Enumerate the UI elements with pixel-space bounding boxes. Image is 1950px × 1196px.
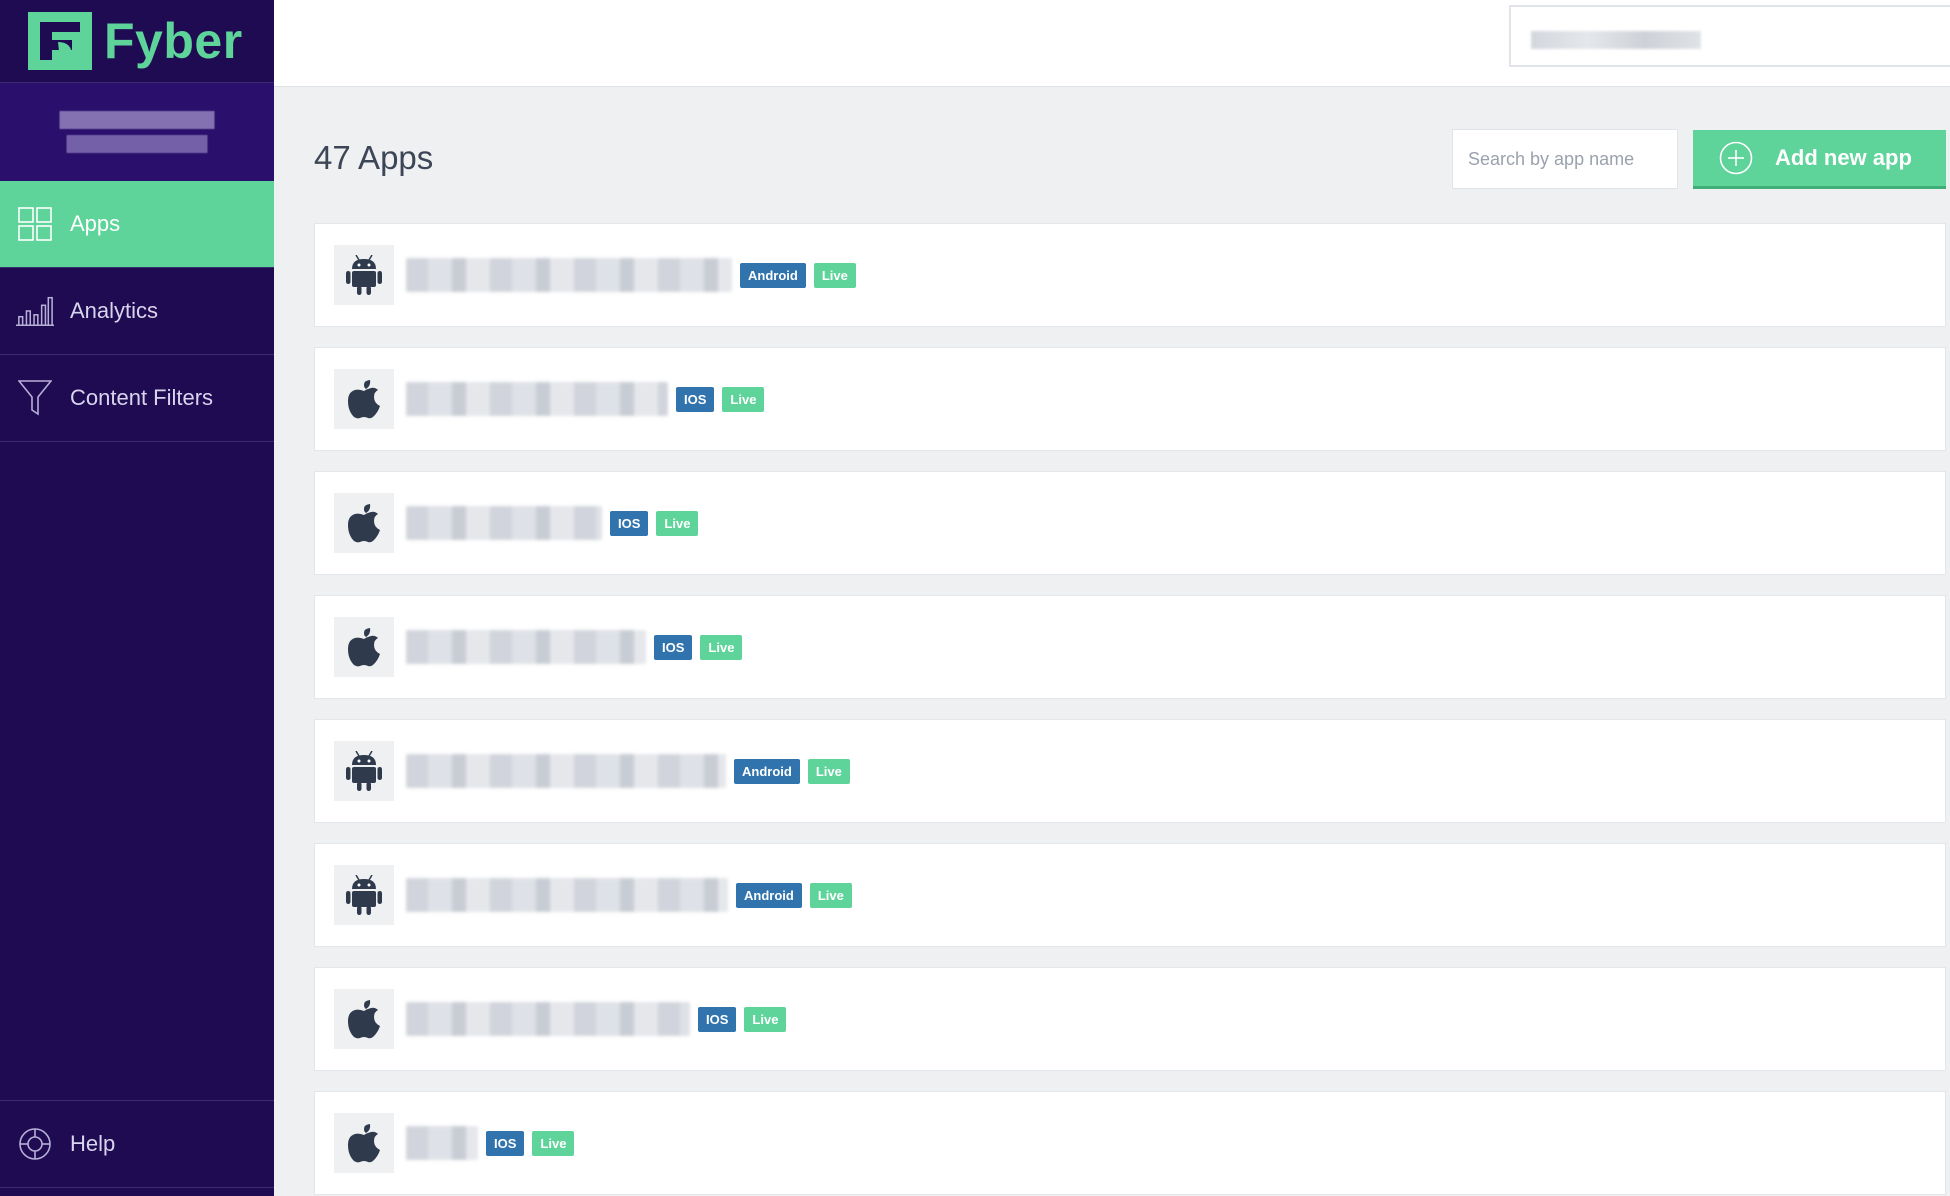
- sidebar-item-help[interactable]: Help: [0, 1100, 274, 1188]
- platform-badge: Android: [740, 262, 806, 288]
- plus-circle-icon: [1719, 141, 1753, 175]
- status-badge: Live: [809, 882, 852, 908]
- platform-badge: IOS: [654, 634, 693, 660]
- apple-icon: [334, 989, 394, 1049]
- account-switcher[interactable]: [0, 83, 274, 181]
- add-new-app-label: Add new app: [1775, 145, 1912, 170]
- app-name-redacted: [406, 754, 726, 788]
- status-badge: Live: [722, 386, 765, 412]
- app-name-redacted: [406, 1002, 690, 1036]
- table-row[interactable]: IOS Live: [314, 471, 1946, 575]
- platform-badge: IOS: [486, 1130, 525, 1156]
- table-row[interactable]: IOS Live: [314, 1091, 1946, 1195]
- publisher-name-redacted: [1531, 31, 1701, 49]
- table-row[interactable]: Android Live: [314, 843, 1946, 947]
- sidebar-nav: Apps Analytics Content Filters: [0, 181, 274, 442]
- table-row[interactable]: IOS Live: [314, 347, 1946, 451]
- table-row[interactable]: Android Live: [314, 223, 1946, 327]
- apple-icon: [334, 617, 394, 677]
- apple-icon: [334, 369, 394, 429]
- app-name-redacted: [406, 630, 646, 664]
- status-badge: Live: [807, 758, 850, 784]
- sidebar-item-label: Content Filters: [70, 385, 214, 410]
- android-icon: [334, 741, 394, 801]
- search-input[interactable]: [1452, 129, 1678, 189]
- sidebar-item-label: Analytics: [70, 298, 159, 323]
- status-badge: Live: [813, 262, 856, 288]
- table-row[interactable]: IOS Live: [314, 967, 1946, 1071]
- top-bar: [274, 0, 1950, 87]
- bar-chart-icon: [16, 292, 54, 330]
- fyber-logo-icon: [28, 12, 92, 70]
- table-row[interactable]: IOS Live: [314, 595, 1946, 699]
- publisher-selector[interactable]: [1509, 5, 1950, 67]
- platform-badge: IOS: [610, 510, 649, 536]
- app-name-redacted: [406, 1126, 478, 1160]
- platform-badge: IOS: [676, 386, 715, 412]
- apple-icon: [334, 493, 394, 553]
- status-badge: Live: [656, 510, 699, 536]
- android-icon: [334, 245, 394, 305]
- page-title: 47 Apps: [314, 139, 434, 176]
- app-name-redacted: [406, 258, 732, 292]
- platform-badge: Android: [734, 758, 800, 784]
- app-list: Android Live IOS Live IOS Live IOS Live …: [314, 223, 1946, 1196]
- status-badge: Live: [744, 1006, 787, 1032]
- logo[interactable]: Fyber: [0, 0, 274, 83]
- sidebar: Fyber Apps Analytics Content Filters Hel…: [0, 0, 274, 1196]
- brand-name: Fyber: [104, 13, 243, 69]
- android-icon: [334, 865, 394, 925]
- sidebar-item-apps[interactable]: Apps: [0, 181, 274, 268]
- status-badge: Live: [700, 634, 743, 660]
- table-row[interactable]: Android Live: [314, 719, 1946, 823]
- lifebuoy-icon: [16, 1125, 54, 1163]
- filter-icon: [16, 379, 54, 417]
- sidebar-item-label: Help: [70, 1131, 116, 1156]
- app-name-redacted: [406, 878, 728, 912]
- platform-badge: Android: [736, 882, 802, 908]
- app-name-redacted: [406, 506, 602, 540]
- sidebar-item-content-filters[interactable]: Content Filters: [0, 355, 274, 442]
- platform-badge: IOS: [698, 1006, 737, 1032]
- app-name-redacted: [406, 382, 668, 416]
- sidebar-item-label: Apps: [70, 211, 121, 236]
- add-new-app-button[interactable]: Add new app: [1693, 130, 1946, 189]
- account-name-redacted: [51, 107, 223, 157]
- status-badge: Live: [532, 1130, 575, 1156]
- apple-icon: [334, 1113, 394, 1173]
- sidebar-item-analytics[interactable]: Analytics: [0, 268, 274, 355]
- grid-icon: [16, 205, 54, 243]
